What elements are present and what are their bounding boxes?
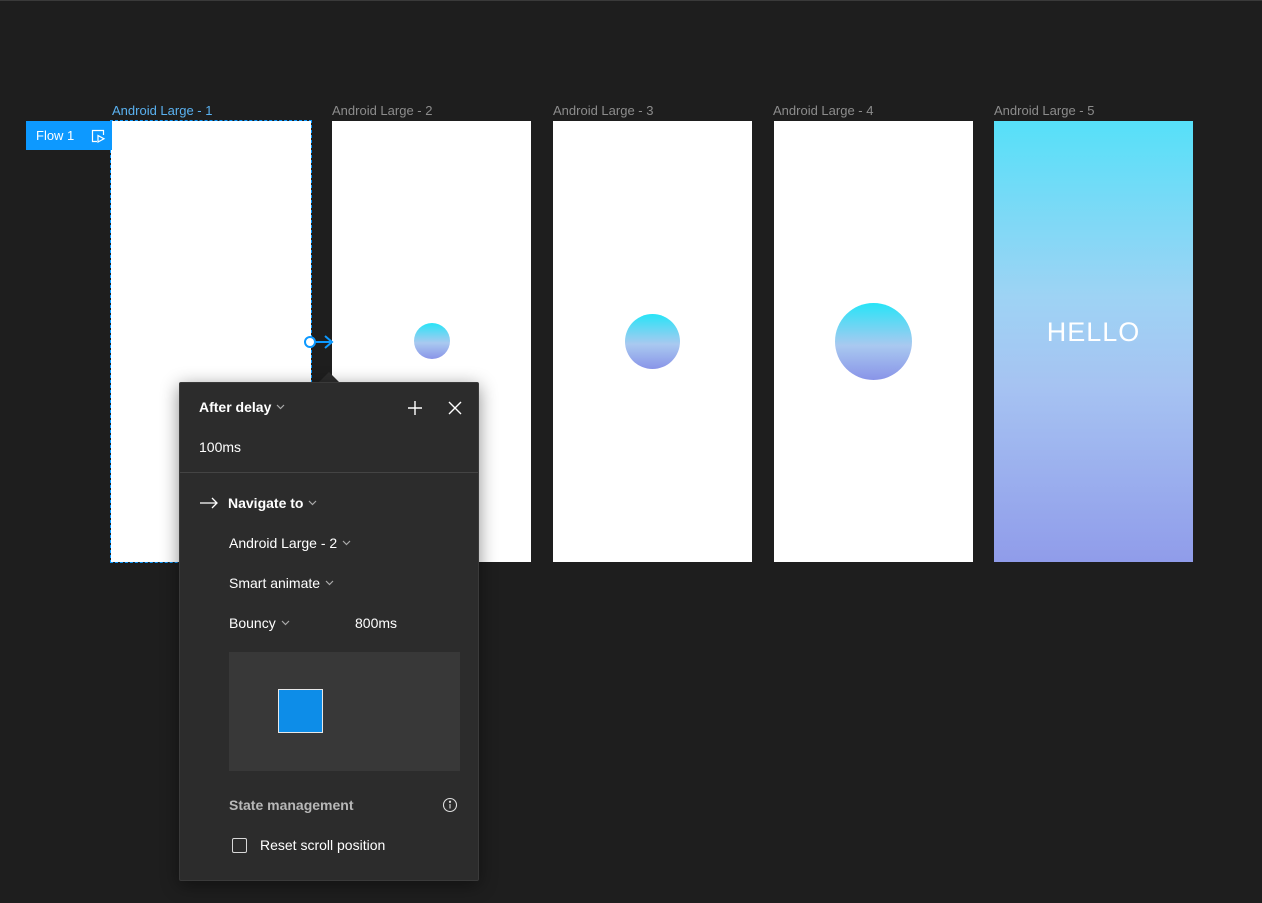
frame-label-5[interactable]: Android Large - 5 — [994, 103, 1094, 118]
gradient-circle[interactable] — [625, 314, 680, 369]
gradient-circle[interactable] — [414, 323, 450, 359]
chevron-down-icon — [325, 580, 334, 586]
action-label: Navigate to — [228, 495, 304, 511]
frame-android-large-5[interactable]: HELLO — [994, 121, 1193, 562]
reset-scroll-label: Reset scroll position — [260, 837, 386, 853]
info-icon[interactable] — [442, 797, 458, 813]
animation-preview — [229, 652, 460, 771]
play-frame-icon[interactable] — [90, 128, 106, 144]
canvas-top-border — [0, 0, 1262, 1]
flow-label: Flow 1 — [36, 128, 75, 143]
panel-divider — [180, 472, 478, 473]
arrow-right-icon — [200, 497, 218, 509]
easing-label: Bouncy — [229, 615, 276, 631]
prototype-connection-arrow[interactable] — [303, 333, 335, 351]
chevron-down-icon — [281, 620, 290, 626]
action-dropdown[interactable]: Navigate to — [199, 495, 317, 511]
trigger-dropdown[interactable]: After delay — [199, 399, 285, 415]
frame-label-1[interactable]: Android Large - 1 — [112, 103, 212, 118]
animation-label: Smart animate — [229, 575, 321, 591]
destination-dropdown[interactable]: Android Large - 2 — [229, 535, 351, 551]
chevron-down-icon — [309, 500, 317, 506]
chevron-down-icon — [342, 540, 351, 546]
destination-label: Android Large - 2 — [229, 535, 338, 551]
plus-icon[interactable] — [406, 399, 424, 417]
duration-input[interactable]: 800ms — [355, 615, 397, 631]
gradient-circle[interactable] — [835, 303, 912, 380]
frame-label-2[interactable]: Android Large - 2 — [332, 103, 432, 118]
animation-preview-box — [278, 689, 323, 733]
frame-label-4[interactable]: Android Large - 4 — [773, 103, 873, 118]
animation-dropdown[interactable]: Smart animate — [229, 575, 334, 591]
easing-dropdown[interactable]: Bouncy — [229, 615, 290, 631]
reset-scroll-option[interactable]: Reset scroll position — [232, 837, 385, 853]
state-management-title: State management — [229, 797, 354, 813]
delay-input[interactable]: 100ms — [199, 439, 241, 455]
frame-label-3[interactable]: Android Large - 3 — [553, 103, 653, 118]
hello-text[interactable]: HELLO — [994, 317, 1193, 348]
flow-starting-point-badge[interactable]: Flow 1 — [26, 121, 112, 150]
frame-android-large-4[interactable] — [774, 121, 973, 562]
frame-android-large-3[interactable] — [553, 121, 752, 562]
close-icon[interactable] — [446, 399, 464, 417]
chevron-down-icon — [276, 404, 285, 410]
trigger-label: After delay — [199, 399, 272, 415]
reset-scroll-checkbox[interactable] — [232, 837, 247, 853]
interaction-details-panel: After delay 100ms Navigate to Android La… — [179, 382, 479, 881]
